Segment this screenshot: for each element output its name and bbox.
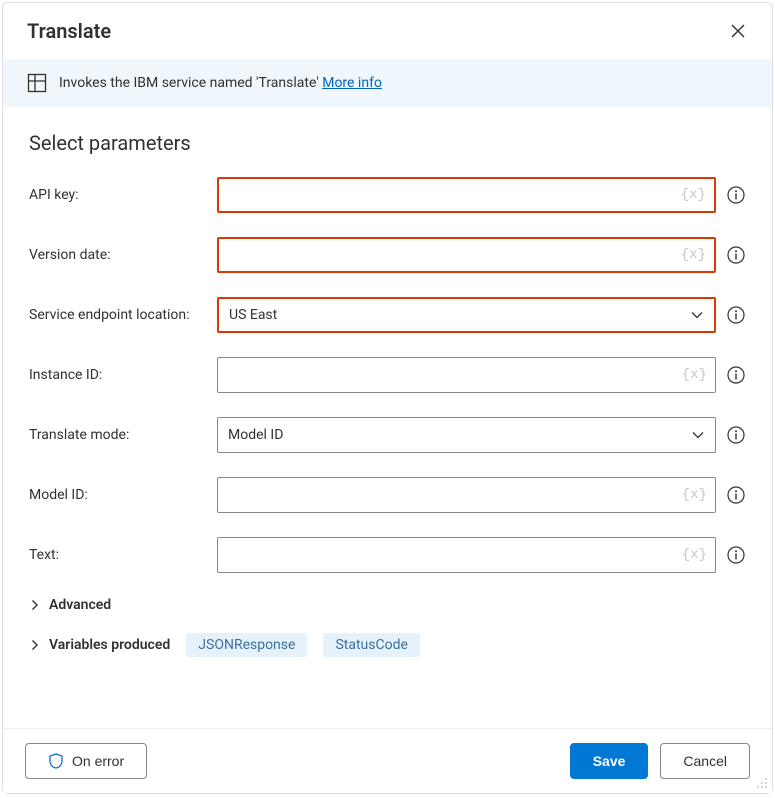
variable-pill-jsonresponse[interactable]: JSONResponse <box>186 633 307 657</box>
more-info-link[interactable]: More info <box>322 75 382 91</box>
info-icon <box>727 546 745 564</box>
variable-token-icon: {x} <box>682 547 707 563</box>
endpoint-value: US East <box>229 307 690 323</box>
save-button[interactable]: Save <box>570 743 649 779</box>
row-instance-id: Instance ID: {x} <box>29 357 746 393</box>
variable-token-icon: {x} <box>681 187 706 203</box>
info-icon <box>727 366 745 384</box>
shield-icon <box>48 753 64 769</box>
on-error-button[interactable]: On error <box>25 743 147 779</box>
info-instance-id[interactable] <box>726 365 746 385</box>
info-icon <box>727 486 745 504</box>
chevron-right-icon <box>29 599 41 611</box>
label-endpoint: Service endpoint location: <box>29 307 217 323</box>
label-api-key: API key: <box>29 187 217 203</box>
api-key-input[interactable] <box>229 186 680 204</box>
info-model-id[interactable] <box>726 485 746 505</box>
info-api-key[interactable] <box>726 185 746 205</box>
chevron-right-icon <box>29 639 41 651</box>
variable-pill-statuscode[interactable]: StatusCode <box>323 633 419 657</box>
label-instance-id: Instance ID: <box>29 367 217 383</box>
advanced-expander[interactable]: Advanced <box>29 597 746 613</box>
info-icon <box>727 306 745 324</box>
endpoint-select[interactable]: US East <box>217 297 716 333</box>
version-date-input-wrap[interactable]: {x} <box>217 237 716 273</box>
label-translate-mode: Translate mode: <box>29 427 217 443</box>
dialog-title: Translate <box>27 19 111 43</box>
label-text: Text: <box>29 547 217 563</box>
row-model-id: Model ID: {x} <box>29 477 746 513</box>
chevron-down-icon <box>690 308 704 322</box>
row-api-key: API key: {x} <box>29 177 746 213</box>
chevron-down-icon <box>691 428 705 442</box>
translate-mode-value: Model ID <box>228 427 691 443</box>
row-version-date: Version date: {x} <box>29 237 746 273</box>
info-translate-mode[interactable] <box>726 425 746 445</box>
api-key-input-wrap[interactable]: {x} <box>217 177 716 213</box>
cancel-button[interactable]: Cancel <box>660 743 750 779</box>
close-button[interactable] <box>724 17 752 45</box>
dialog-footer: On error Save Cancel <box>3 728 772 793</box>
text-input[interactable] <box>228 546 681 564</box>
dialog-content: Select parameters API key: {x} Version d… <box>3 107 772 728</box>
dialog-header: Translate <box>3 3 772 59</box>
version-date-input[interactable] <box>229 246 680 264</box>
variable-token-icon: {x} <box>682 367 707 383</box>
on-error-label: On error <box>72 753 124 769</box>
translate-dialog: Translate Invokes the IBM service named … <box>2 2 773 794</box>
translate-mode-select[interactable]: Model ID <box>217 417 716 453</box>
instance-id-input[interactable] <box>228 366 681 384</box>
advanced-label: Advanced <box>49 597 111 613</box>
label-model-id: Model ID: <box>29 487 217 503</box>
section-title: Select parameters <box>29 131 746 155</box>
close-icon <box>731 24 745 38</box>
info-endpoint[interactable] <box>726 305 746 325</box>
info-icon <box>727 186 745 204</box>
variables-produced-label: Variables produced <box>49 637 170 653</box>
banner-text: Invokes the IBM service named 'Translate… <box>59 75 382 91</box>
row-endpoint: Service endpoint location: US East <box>29 297 746 333</box>
info-version-date[interactable] <box>726 245 746 265</box>
info-icon <box>727 426 745 444</box>
instance-id-input-wrap[interactable]: {x} <box>217 357 716 393</box>
info-text[interactable] <box>726 545 746 565</box>
row-translate-mode: Translate mode: Model ID <box>29 417 746 453</box>
label-version-date: Version date: <box>29 247 217 263</box>
variable-token-icon: {x} <box>681 247 706 263</box>
resize-grip-icon[interactable] <box>756 777 768 789</box>
model-id-input-wrap[interactable]: {x} <box>217 477 716 513</box>
info-banner: Invokes the IBM service named 'Translate… <box>3 59 772 107</box>
text-input-wrap[interactable]: {x} <box>217 537 716 573</box>
variable-token-icon: {x} <box>682 487 707 503</box>
variables-produced-expander[interactable]: Variables produced JSONResponse StatusCo… <box>29 633 746 657</box>
action-icon <box>27 73 47 93</box>
model-id-input[interactable] <box>228 486 681 504</box>
row-text: Text: {x} <box>29 537 746 573</box>
info-icon <box>727 246 745 264</box>
